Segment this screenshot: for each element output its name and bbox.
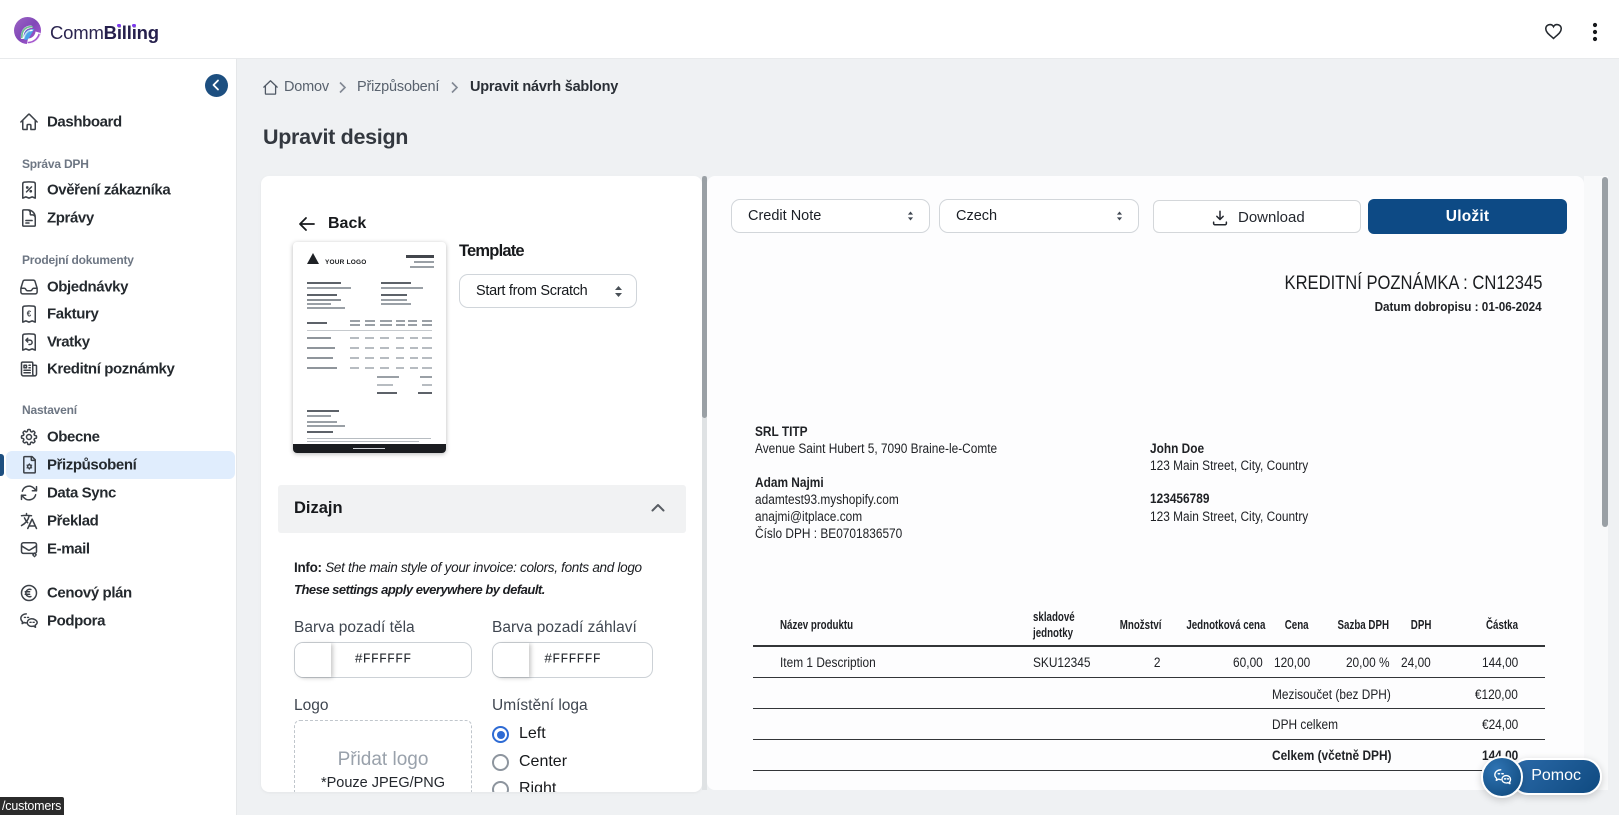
svg-text:€: €	[27, 310, 32, 319]
